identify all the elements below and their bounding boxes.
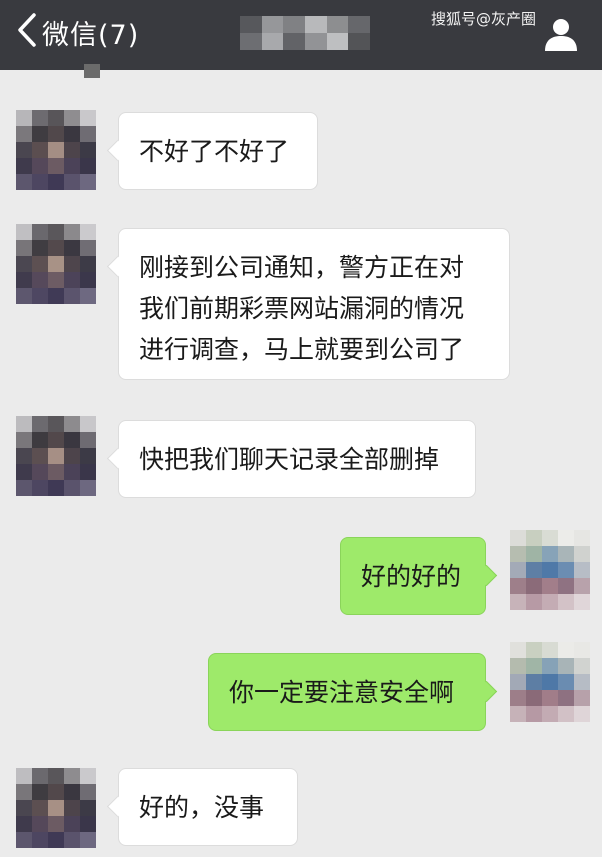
contact-avatar[interactable] [16,768,96,848]
chevron-left-icon [16,12,38,52]
incoming-message: 刚接到公司通知，警方正在对 我们前期彩票网站漏洞的情况 进行调查，马上就要到公司… [118,228,510,380]
chat-info-button[interactable] [542,16,580,52]
incoming-message: 好的，没事 [118,768,298,846]
back-button[interactable]: 微信(7) [16,12,139,52]
contact-avatar[interactable] [16,110,96,190]
my-avatar[interactable] [510,530,590,610]
outgoing-message: 你一定要注意安全啊 [208,653,486,731]
contact-avatar[interactable] [16,224,96,304]
top-bar: 微信(7) 搜狐号@灰产圈 [0,0,602,70]
person-icon [542,19,580,56]
incoming-message: 快把我们聊天记录全部删掉 [118,420,476,498]
chat-screen: 微信(7) 搜狐号@灰产圈 不好了不好了 刚接到公司通知，警方正在对 我们前期彩… [0,0,602,857]
back-label: 微信(7) [42,19,140,51]
incoming-message: 不好了不好了 [118,112,318,190]
my-avatar[interactable] [510,642,590,722]
watermark-text: 搜狐号@灰产圈 [430,10,536,28]
contact-avatar[interactable] [16,416,96,496]
outgoing-message: 好的好的 [340,537,486,615]
chat-title-redacted [240,16,370,50]
mosaic-fragment [84,64,100,78]
